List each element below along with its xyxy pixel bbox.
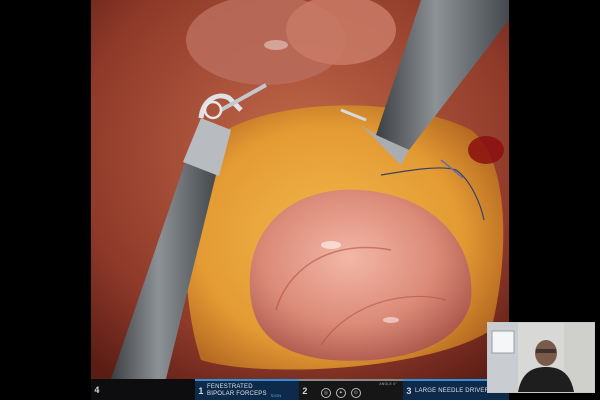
arm-1-slot[interactable]: 1 FENESTRATED BIPOLAR FORCEPS SIGN (195, 379, 299, 400)
arm-3-number: 3 (406, 385, 412, 396)
surgeon-webcam-pip (487, 322, 595, 393)
arm-4-number: 4 (94, 384, 100, 395)
instrument-status-bar: 4 1 FENESTRATED BIPOLAR FORCEPS SIGN 2 A… (91, 379, 509, 400)
focus-icon: ⊙ (351, 388, 361, 398)
arm-1-number: 1 (198, 385, 204, 396)
webcam-feed (488, 323, 594, 392)
arm-2-camera-slot[interactable]: 2 Angle 0° ◎ ✦ ⊙ (299, 379, 403, 400)
arm-1-label-line2: BIPOLAR FORCEPS (207, 390, 267, 397)
camera-controls: ◎ ✦ ⊙ (321, 388, 361, 398)
arm-1-badge: SIGN (270, 393, 282, 398)
camera-angle: Angle 0° (379, 382, 397, 386)
arm-1-label: FENESTRATED BIPOLAR FORCEPS (207, 384, 267, 398)
camera-icon: ◎ (321, 388, 331, 398)
arm-3-label: LARGE NEEDLE DRIVER (415, 387, 490, 394)
endoscope-video-feed (91, 0, 509, 379)
surgical-video-screen: 4 1 FENESTRATED BIPOLAR FORCEPS SIGN 2 A… (0, 0, 600, 400)
arm-4-slot[interactable]: 4 (91, 379, 195, 400)
surgical-scene (91, 0, 509, 379)
arm-2-number: 2 (302, 385, 308, 396)
light-icon: ✦ (336, 388, 346, 398)
arm-1-label-line1: FENESTRATED (207, 383, 253, 390)
